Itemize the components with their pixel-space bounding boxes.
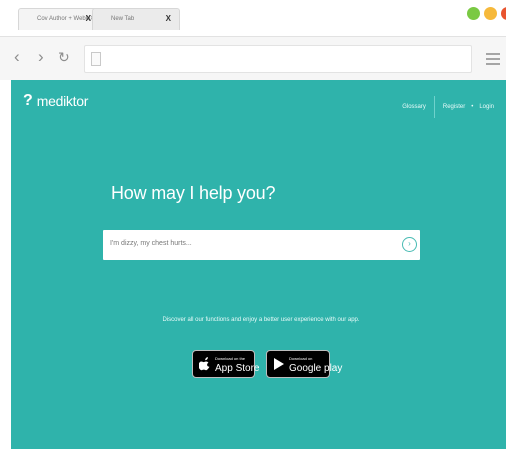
- browser-window: Cov Author + WebUX X New Tab X ‹ › ↻ ? m…: [0, 0, 506, 449]
- minimize-window-button[interactable]: [484, 7, 497, 20]
- tab-new[interactable]: New Tab X: [92, 8, 180, 30]
- top-nav: Glossary Register • Login: [402, 96, 494, 118]
- apple-icon: [199, 357, 210, 371]
- nav-glossary-link[interactable]: Glossary: [402, 104, 426, 110]
- maximize-window-button[interactable]: [467, 7, 480, 20]
- page-headline: How may I help you?: [111, 183, 276, 203]
- chevron-right-circle-icon[interactable]: ›: [402, 237, 417, 252]
- browser-toolbar: ‹ › ↻: [0, 36, 506, 80]
- back-icon[interactable]: ‹: [14, 47, 20, 67]
- close-tab-icon[interactable]: X: [86, 14, 91, 23]
- menu-icon[interactable]: [486, 53, 500, 68]
- reload-icon[interactable]: ↻: [58, 47, 70, 67]
- close-tab-icon[interactable]: X: [166, 14, 171, 23]
- logo-text: mediktor: [36, 93, 89, 109]
- nav-divider: [433, 96, 435, 118]
- search-placeholder: I'm dizzy, my chest hurts...: [110, 240, 192, 247]
- app-store-button[interactable]: Download on the App Store: [192, 350, 259, 378]
- nav-register-link[interactable]: Register: [443, 104, 465, 110]
- address-bar[interactable]: [84, 45, 472, 73]
- tab-current[interactable]: Cov Author + WebUX X: [18, 8, 100, 30]
- forward-icon[interactable]: ›: [38, 47, 44, 67]
- tab-title: New Tab: [111, 16, 135, 22]
- tab-strip: Cov Author + WebUX X New Tab X: [0, 0, 506, 36]
- question-mark-icon: ?: [23, 92, 33, 109]
- mediktor-page: ? mediktor Glossary Register • Login How…: [11, 80, 506, 449]
- symptom-search-input[interactable]: I'm dizzy, my chest hurts... ›: [103, 230, 420, 260]
- app-store-caption: Download on the: [215, 356, 246, 361]
- play-store-icon: [274, 358, 284, 370]
- page-icon: [91, 52, 101, 66]
- google-play-button[interactable]: Download on Google play: [266, 350, 342, 378]
- nav-login-link[interactable]: Login: [479, 104, 494, 110]
- mediktor-logo[interactable]: ? mediktor: [23, 92, 88, 110]
- google-play-caption: Download on: [289, 356, 313, 361]
- app-store-label: App Store: [215, 363, 260, 374]
- close-window-button[interactable]: [501, 7, 506, 20]
- nav-separator-dot: •: [471, 104, 474, 110]
- google-play-label: Google play: [289, 363, 343, 374]
- app-promo-text: Discover all our functions and enjoy a b…: [162, 317, 360, 323]
